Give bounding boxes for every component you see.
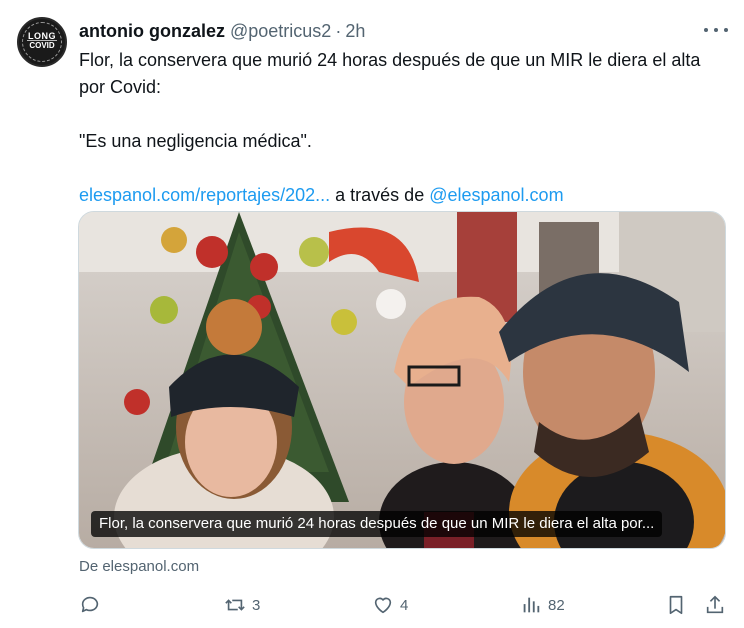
views-button[interactable]: 82 <box>520 590 565 620</box>
media-photo <box>79 212 725 548</box>
more-icon[interactable] <box>704 20 728 40</box>
tweet-line-1: Flor, la conservera que murió 24 horas d… <box>79 50 701 97</box>
bookmark-button[interactable] <box>665 590 687 620</box>
retweet-icon <box>225 599 245 611</box>
more-dot <box>714 28 718 32</box>
like-count: 4 <box>400 596 409 614</box>
reply-icon <box>81 596 99 613</box>
media-card[interactable] <box>78 211 726 549</box>
author-handle[interactable]: @poetricus2 <box>230 21 331 42</box>
retweet-button[interactable]: 3 <box>224 590 260 620</box>
retweet-count: 3 <box>252 596 261 614</box>
action-bar: 3 4 82 <box>0 590 744 620</box>
share-button[interactable] <box>704 590 726 620</box>
tweet[interactable]: LONG COVID antonio gonzalez @poetricus2 … <box>0 0 744 628</box>
tweet-text: Flor, la conservera que murió 24 horas d… <box>79 47 729 209</box>
views-count: 82 <box>548 596 565 614</box>
like-button[interactable]: 4 <box>372 590 408 620</box>
mention-link[interactable]: @elespanol.com <box>429 185 563 205</box>
media-caption: Flor, la conservera que murió 24 horas d… <box>91 511 663 537</box>
via-text: a través de <box>330 185 430 205</box>
tweet-quote: "Es una negligencia médica". <box>79 131 312 151</box>
card-source[interactable]: De elespanol.com <box>79 558 199 575</box>
like-icon <box>374 597 392 614</box>
avatar-text-bottom: COVID <box>29 41 55 50</box>
article-link[interactable]: elespanol.com/reportajes/202... <box>79 185 330 205</box>
views-icon <box>523 597 540 613</box>
share-icon <box>706 595 724 614</box>
timestamp[interactable]: 2h <box>345 21 365 42</box>
more-dot <box>704 28 708 32</box>
tweet-header: antonio gonzalez @poetricus2 · 2h <box>79 19 365 43</box>
author-name[interactable]: antonio gonzalez <box>79 21 225 42</box>
more-dot <box>724 28 728 32</box>
bookmark-icon <box>669 595 683 615</box>
avatar[interactable]: LONG COVID <box>17 17 67 67</box>
tweet-link-line: elespanol.com/reportajes/202... a través… <box>79 182 729 209</box>
separator-dot: · <box>335 20 342 41</box>
reply-button[interactable] <box>79 590 107 620</box>
